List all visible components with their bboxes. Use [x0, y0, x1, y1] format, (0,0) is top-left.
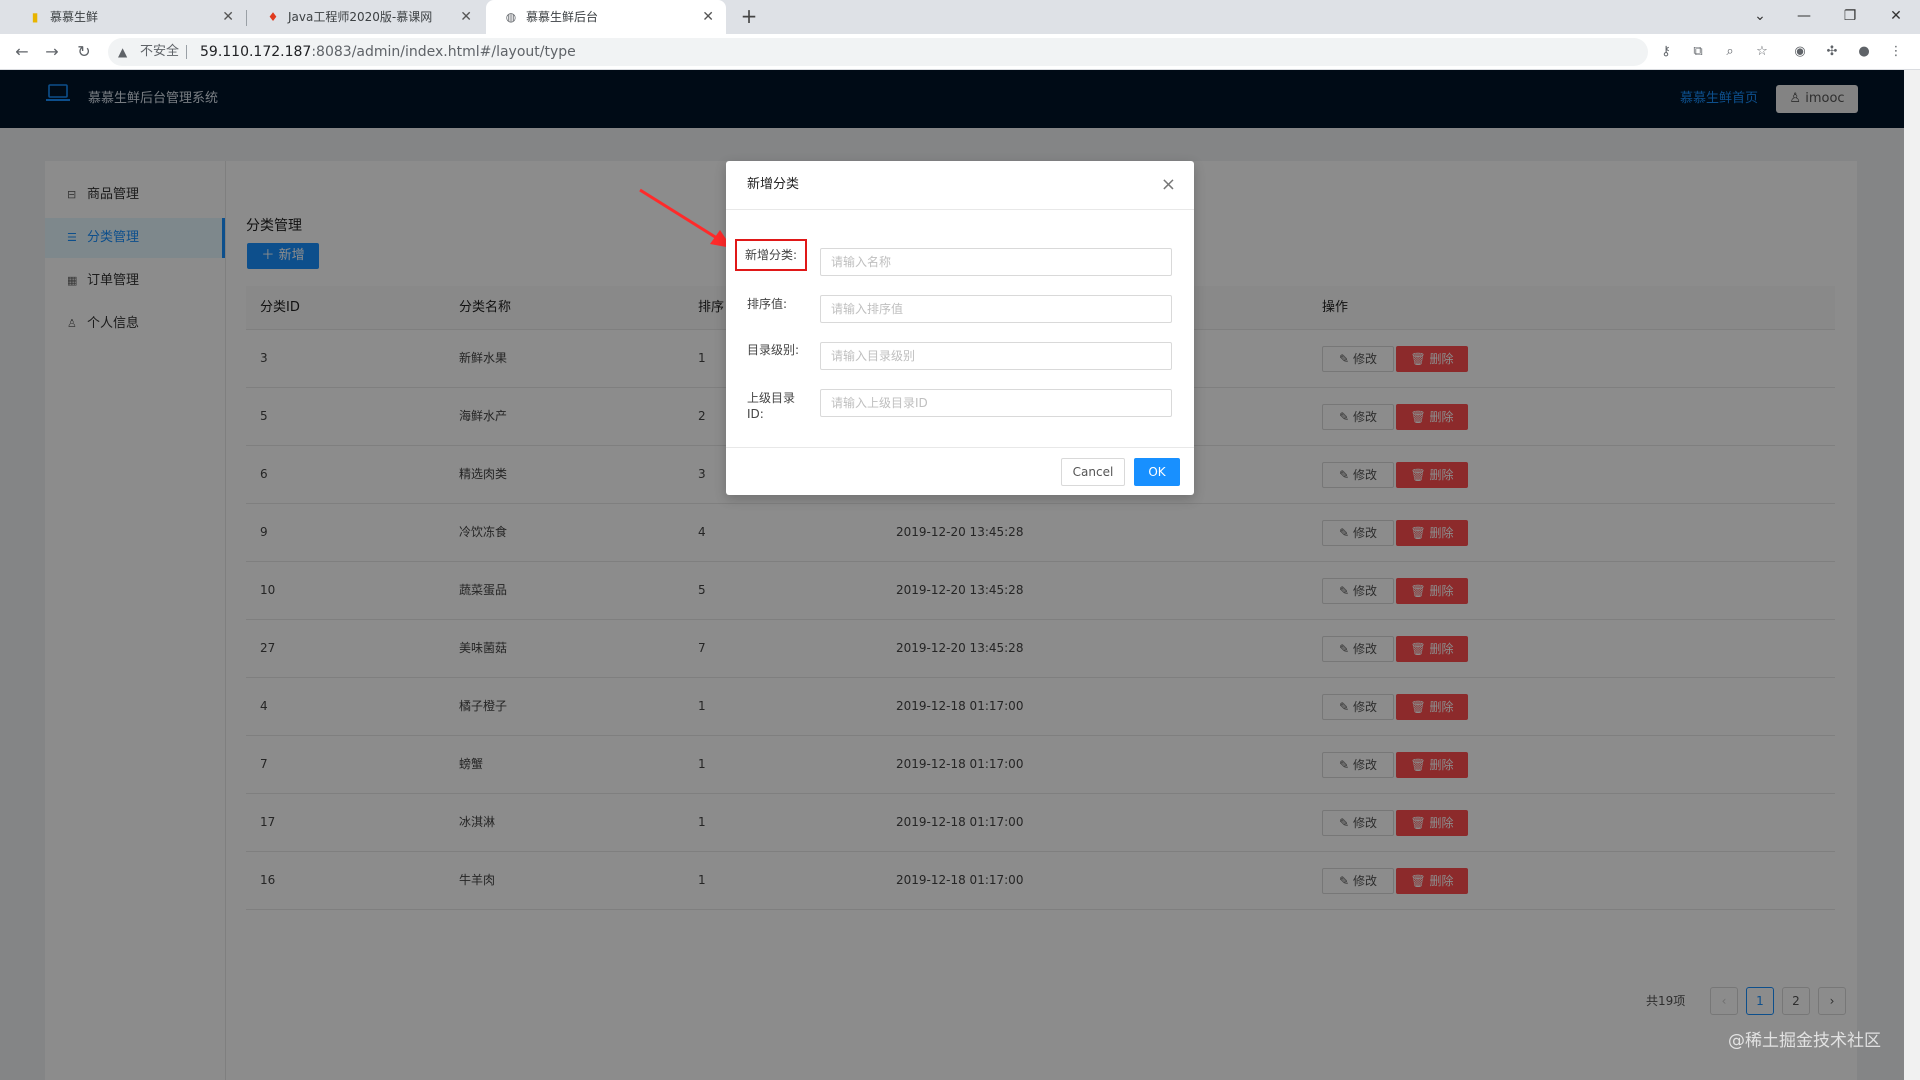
browser-tab-title: 慕慕生鲜 — [50, 10, 99, 24]
cancel-button[interactable]: Cancel — [1061, 458, 1125, 486]
category-name-input[interactable] — [820, 248, 1172, 276]
folder-icon: ▮ — [31, 10, 39, 24]
close-tab-icon[interactable]: ✕ — [222, 0, 234, 34]
address-bar[interactable]: ▲ 不安全 59.110.172.187:8083/admin/index.ht… — [108, 38, 1648, 66]
close-icon[interactable]: × — [1161, 161, 1176, 209]
zoom-icon[interactable]: ⌕ — [1716, 34, 1744, 70]
reload-icon[interactable]: ↻ — [70, 34, 98, 70]
order-value-input[interactable] — [820, 295, 1172, 323]
forward-icon[interactable]: → — [38, 34, 66, 70]
restore-icon[interactable]: ❐ — [1830, 0, 1870, 34]
menu-kebab-icon[interactable]: ⋮ — [1882, 34, 1910, 70]
new-tab-button[interactable]: + — [737, 0, 761, 34]
parent-id-input[interactable] — [820, 389, 1172, 417]
warning-icon: ▲ — [118, 45, 128, 59]
watermark: @稀土掘金技术社区 — [1728, 1031, 1881, 1051]
insecure-label: 不安全 — [140, 44, 180, 59]
back-icon[interactable]: ← — [8, 34, 36, 70]
browser-tab-title: Java工程师2020版-慕课网 — [288, 10, 433, 24]
browser-toolbar: ← → ↻ ▲ 不安全 59.110.172.187:8083/admin/in… — [0, 34, 1920, 70]
field-label-parent-id: 上级目录ID: — [747, 391, 796, 421]
modal-footer: Cancel OK — [726, 447, 1194, 496]
field-label-level: 目录级别: — [747, 343, 800, 357]
tab-search-icon[interactable]: ⌄ — [1740, 0, 1780, 34]
ok-button[interactable]: OK — [1134, 458, 1180, 486]
minimize-icon[interactable]: — — [1784, 0, 1824, 34]
close-tab-icon[interactable]: ✕ — [460, 0, 472, 34]
translate-icon[interactable]: ⧉ — [1684, 34, 1712, 70]
close-tab-icon[interactable]: ✕ — [702, 0, 714, 34]
close-window-icon[interactable]: ✕ — [1876, 0, 1916, 34]
browser-tab-1[interactable]: ▮ 慕慕生鲜 ✕ — [10, 0, 246, 34]
bookmark-star-icon[interactable]: ☆ — [1748, 34, 1776, 70]
tab-separator — [246, 10, 247, 26]
flame-icon: ♦ — [267, 10, 279, 24]
profile-icon[interactable]: ● — [1850, 34, 1878, 70]
page-scrollbar[interactable] — [1904, 70, 1920, 1080]
field-label-order: 排序值: — [747, 297, 788, 311]
browser-tab-bar: ▮ 慕慕生鲜 ✕ ♦ Java工程师2020版-慕课网 ✕ ◍ 慕慕生鲜后台 ✕… — [0, 0, 1920, 34]
red-arrow-annotation — [639, 188, 732, 248]
field-label-name: 新增分类: — [735, 239, 808, 271]
modal-title: 新增分类 — [747, 177, 800, 192]
browser-tab-title: 慕慕生鲜后台 — [526, 10, 599, 24]
modal-header: 新增分类 × — [726, 161, 1194, 210]
address-divider — [186, 45, 187, 59]
browser-tab-3[interactable]: ◍ 慕慕生鲜后台 ✕ — [486, 0, 726, 34]
add-category-modal: 新增分类 × 新增分类: 排序值: 目录级别: 上级目录ID: Cancel O… — [726, 161, 1194, 495]
url-text: 59.110.172.187:8083/admin/index.html#/la… — [200, 44, 576, 60]
puzzle-icon[interactable]: ✣ — [1818, 34, 1846, 70]
key-icon[interactable]: ⚷ — [1652, 34, 1680, 70]
globe-icon: ◍ — [505, 10, 517, 24]
extension-icon[interactable]: ◉ — [1786, 34, 1814, 70]
directory-level-input[interactable] — [820, 342, 1172, 370]
browser-tab-2[interactable]: ♦ Java工程师2020版-慕课网 ✕ — [248, 0, 484, 34]
